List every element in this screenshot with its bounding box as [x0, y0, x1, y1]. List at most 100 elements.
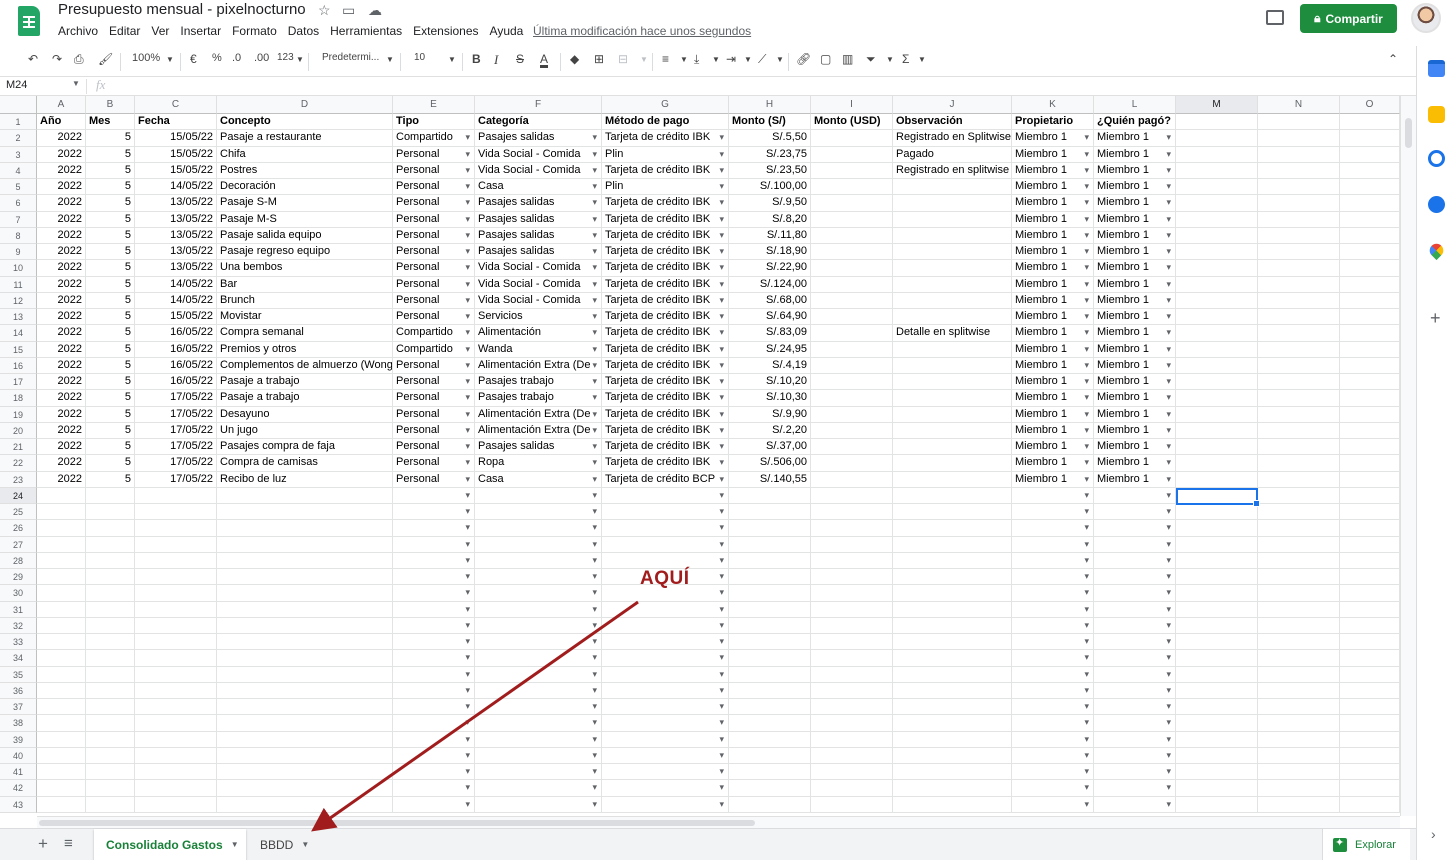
cell[interactable]: Pasajes trabajo [475, 374, 602, 391]
cell[interactable] [811, 585, 893, 602]
row-number[interactable]: 24 [0, 487, 37, 504]
cell[interactable]: Miembro 1 [1012, 455, 1094, 472]
header-cell[interactable]: Propietario [1012, 114, 1094, 131]
cell[interactable] [1258, 585, 1340, 602]
cell[interactable]: Miembro 1 [1012, 179, 1094, 196]
cell[interactable]: Miembro 1 [1012, 471, 1094, 488]
cell[interactable] [393, 552, 475, 569]
cell[interactable]: 2022 [37, 341, 86, 358]
cell[interactable] [1340, 764, 1400, 781]
header-cell[interactable]: Fecha [135, 114, 217, 131]
halign-caret-icon[interactable]: ▼ [680, 55, 688, 64]
cell[interactable] [893, 179, 1012, 196]
cell[interactable]: Miembro 1 [1094, 341, 1176, 358]
row-number[interactable]: 22 [0, 455, 37, 472]
increase-decimals-button[interactable]: .00 [254, 52, 269, 64]
cell[interactable] [393, 764, 475, 781]
insert-comment-icon[interactable]: ▢ [820, 52, 831, 66]
cell[interactable] [811, 471, 893, 488]
cell[interactable] [729, 504, 811, 521]
cell[interactable] [1176, 650, 1258, 667]
cell[interactable]: 5 [86, 341, 135, 358]
cell[interactable]: 2022 [37, 146, 86, 163]
cell[interactable]: Compartido [393, 325, 475, 342]
cell[interactable] [393, 569, 475, 586]
cell[interactable]: 15/05/22 [135, 162, 217, 179]
formats-caret-icon[interactable]: ▼ [296, 55, 304, 64]
cell[interactable]: Tarjeta de crédito IBK [602, 357, 729, 374]
cell[interactable] [1340, 374, 1400, 391]
header-cell[interactable]: Monto (USD) [811, 114, 893, 131]
text-wrapping-icon[interactable]: ⇥ [726, 52, 736, 66]
cell[interactable] [1258, 536, 1340, 553]
cell[interactable]: Tarjeta de crédito IBK [602, 406, 729, 423]
cell[interactable] [135, 715, 217, 732]
cell[interactable] [1340, 276, 1400, 293]
cell[interactable] [1012, 666, 1094, 683]
cell[interactable] [217, 747, 393, 764]
maps-icon[interactable] [1426, 240, 1447, 261]
cell[interactable]: Tarjeta de crédito IBK [602, 276, 729, 293]
cell[interactable] [475, 520, 602, 537]
cell[interactable] [1176, 666, 1258, 683]
cell[interactable]: Pasajes salidas [475, 130, 602, 147]
cell[interactable] [135, 585, 217, 602]
cell[interactable]: 2022 [37, 244, 86, 261]
cell[interactable] [135, 796, 217, 813]
cell[interactable] [217, 617, 393, 634]
cell[interactable] [811, 650, 893, 667]
cell[interactable]: Tarjeta de crédito IBK [602, 341, 729, 358]
menu-archivo[interactable]: Archivo [58, 24, 98, 38]
cell[interactable] [1258, 682, 1340, 699]
column-header-h[interactable]: H [729, 96, 811, 114]
cell[interactable] [893, 552, 1012, 569]
cell[interactable]: S/.10,30 [729, 390, 811, 407]
cell[interactable] [1176, 146, 1258, 163]
cell[interactable] [475, 682, 602, 699]
cell[interactable] [893, 422, 1012, 439]
cell[interactable] [1094, 585, 1176, 602]
cell[interactable] [1176, 341, 1258, 358]
cell[interactable]: Miembro 1 [1094, 162, 1176, 179]
add-sheet-icon[interactable]: + [38, 834, 48, 854]
cell[interactable] [1258, 666, 1340, 683]
cell[interactable]: 15/05/22 [135, 309, 217, 326]
cell[interactable] [602, 552, 729, 569]
cell[interactable] [602, 634, 729, 651]
cell[interactable] [1094, 764, 1176, 781]
cell[interactable] [217, 715, 393, 732]
column-header-m[interactable]: M [1176, 96, 1258, 114]
cell[interactable] [1176, 455, 1258, 472]
cell[interactable] [217, 699, 393, 716]
cell[interactable] [811, 536, 893, 553]
cell[interactable]: Tarjeta de crédito IBK [602, 325, 729, 342]
cell[interactable] [811, 569, 893, 586]
vertical-align-icon[interactable]: ⤓ [694, 52, 699, 67]
cell[interactable] [1340, 130, 1400, 147]
cell[interactable] [811, 504, 893, 521]
cell[interactable]: Vida Social - Comida [475, 260, 602, 277]
cell[interactable] [893, 569, 1012, 586]
cell[interactable]: Casa [475, 471, 602, 488]
cell[interactable] [37, 682, 86, 699]
cell[interactable]: 5 [86, 276, 135, 293]
cell[interactable]: Alimentación Extra (De [475, 406, 602, 423]
cell[interactable] [1012, 487, 1094, 504]
cell[interactable] [393, 715, 475, 732]
cell[interactable] [602, 520, 729, 537]
cell[interactable]: Miembro 1 [1012, 357, 1094, 374]
cell[interactable] [602, 764, 729, 781]
cell[interactable]: 5 [86, 130, 135, 147]
cell[interactable] [86, 569, 135, 586]
cell[interactable]: Miembro 1 [1094, 292, 1176, 309]
cell[interactable] [393, 699, 475, 716]
cell[interactable] [135, 747, 217, 764]
cell[interactable]: Compartido [393, 341, 475, 358]
cell[interactable] [393, 747, 475, 764]
cell[interactable] [86, 715, 135, 732]
cell[interactable] [393, 617, 475, 634]
row-number[interactable]: 42 [0, 780, 37, 797]
cell[interactable] [37, 731, 86, 748]
cell[interactable] [475, 569, 602, 586]
cell[interactable]: Personal [393, 471, 475, 488]
